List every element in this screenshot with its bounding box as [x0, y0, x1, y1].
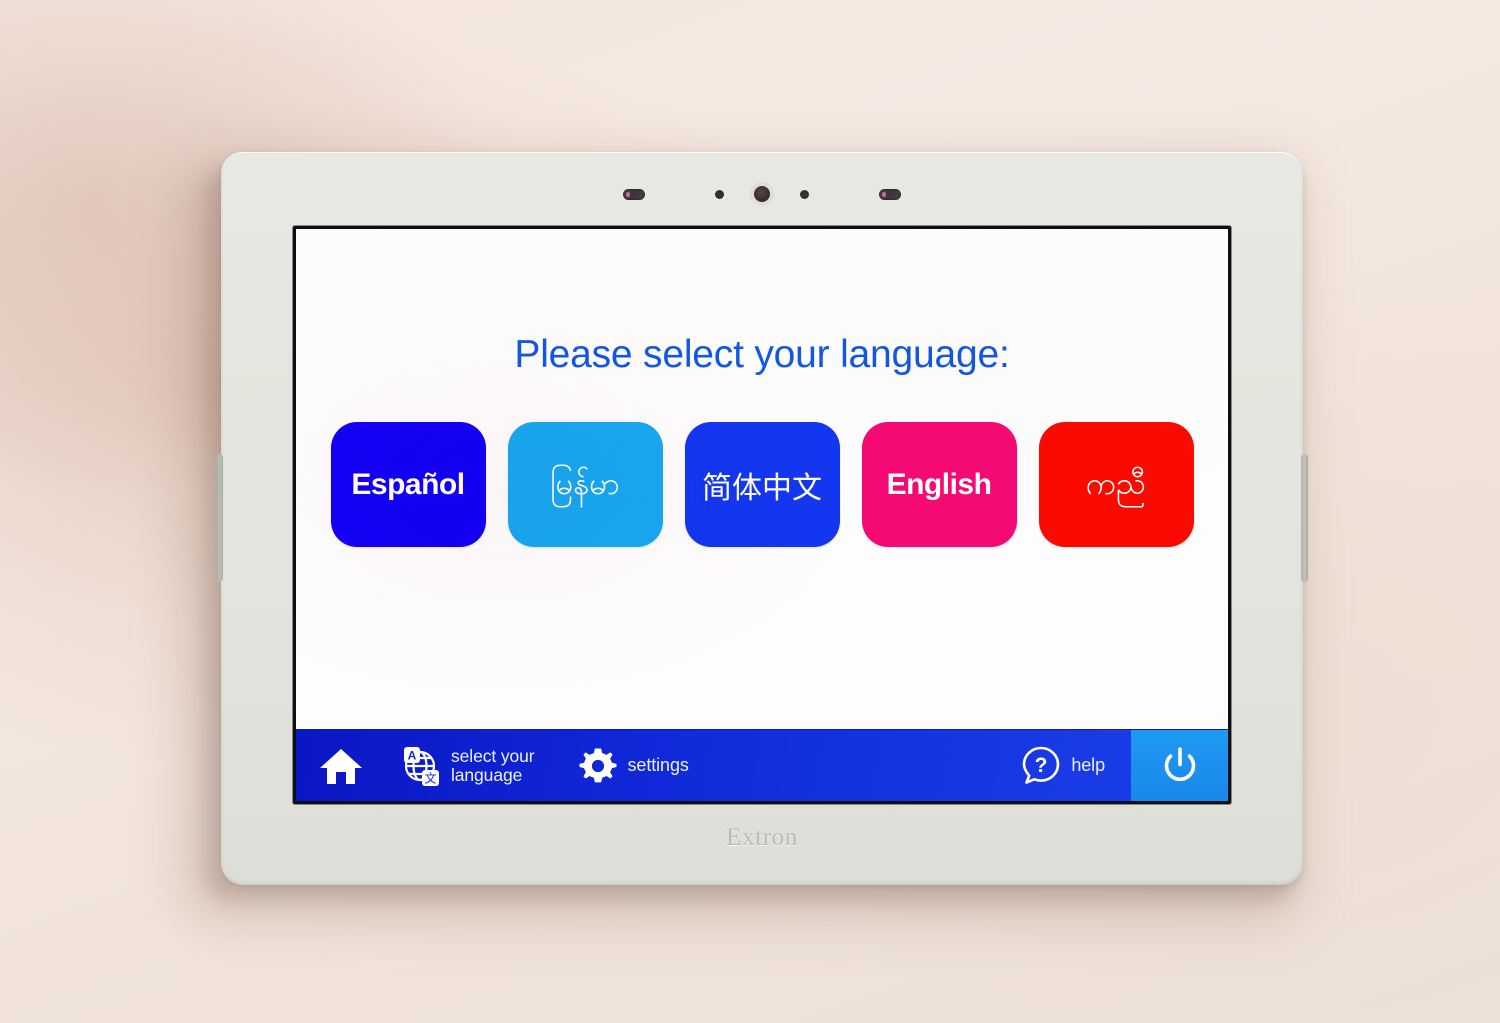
proximity-sensor-right-icon — [879, 188, 901, 200]
home-icon — [318, 746, 364, 786]
gear-icon — [577, 745, 619, 787]
language-button-simplified-chinese[interactable]: 简体中文 — [684, 422, 840, 547]
touch-screen[interactable]: Please select your language: Español မြန… — [296, 229, 1228, 801]
select-language-label-line1: select your — [451, 746, 535, 767]
language-button-label: မြန်မာ — [550, 466, 620, 503]
language-button-label: ကညီ — [1085, 466, 1147, 503]
select-language-label: select your language — [451, 747, 535, 783]
settings-label: settings — [627, 755, 689, 776]
power-icon — [1158, 744, 1202, 788]
language-button-karen[interactable]: ကညီ — [1038, 422, 1194, 547]
brand-logo: Extron — [726, 824, 798, 851]
language-button-row: Español မြန်မာ 简体中文 English ကညီ — [330, 422, 1194, 547]
home-button[interactable] — [318, 730, 398, 801]
svg-text:?: ? — [1035, 754, 1048, 777]
toolbar-left-group: A 文 select your language settings — [296, 730, 1019, 801]
language-button-label: English — [886, 467, 992, 501]
light-sensor-dot-right-icon — [800, 189, 809, 199]
svg-text:A: A — [408, 748, 417, 762]
select-language-label-line2: language — [451, 764, 523, 785]
language-button-label: Español — [351, 467, 465, 501]
help-label: help — [1071, 755, 1105, 776]
light-sensor-dot-left-icon — [715, 189, 724, 199]
screenshot-root: Please select your language: Español မြန… — [0, 0, 1500, 1023]
svg-text:文: 文 — [424, 770, 436, 785]
translate-globe-icon: A 文 — [398, 744, 442, 788]
screen-content: Please select your language: Español မြန… — [296, 229, 1228, 729]
bottom-toolbar: A 文 select your language settings ? help — [296, 729, 1228, 801]
help-question-icon: ? — [1019, 744, 1063, 788]
language-button-burmese[interactable]: မြန်မာ — [507, 422, 663, 547]
proximity-sensor-left-icon — [623, 188, 645, 200]
power-button[interactable] — [1131, 730, 1228, 801]
toolbar-right-group: ? help — [1019, 730, 1228, 801]
touch-panel-device: Please select your language: Español မြန… — [216, 152, 1308, 885]
sensor-cluster — [221, 184, 1303, 204]
camera-lens-icon — [754, 186, 770, 202]
help-button[interactable]: ? help — [1019, 730, 1131, 801]
language-button-english[interactable]: English — [861, 422, 1017, 547]
language-button-label: 简体中文 — [702, 470, 822, 506]
settings-button[interactable]: settings — [551, 730, 705, 801]
language-button-spanish[interactable]: Español — [330, 422, 486, 547]
screen-bezel-inner: Please select your language: Español မြန… — [293, 226, 1231, 804]
page-title: Please select your language: — [514, 333, 1010, 376]
side-mount-tab-right — [1301, 454, 1308, 582]
side-mount-tab-left — [216, 454, 223, 582]
select-language-button[interactable]: A 文 select your language — [398, 730, 551, 801]
